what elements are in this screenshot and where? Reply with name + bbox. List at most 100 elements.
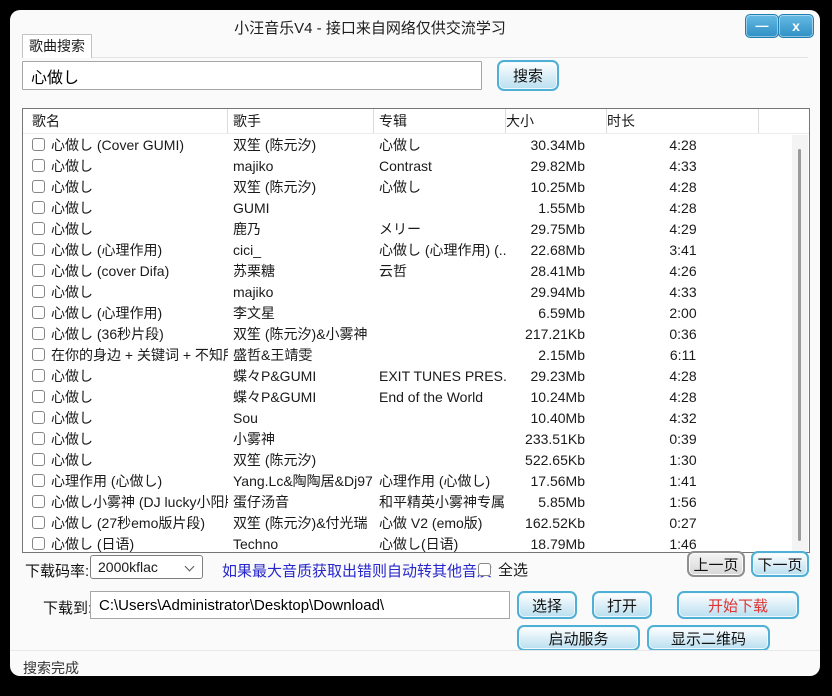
size: 522.65Kb (506, 449, 607, 470)
select-all[interactable]: 全选 (478, 559, 528, 580)
row-checkbox[interactable] (32, 453, 45, 466)
duration: 4:28 (607, 134, 759, 155)
table-row[interactable]: 心做し蝶々P&GUMIEnd of the World10.24Mb4:28 (23, 386, 793, 407)
table-row[interactable]: 心做しmajiko29.94Mb4:33 (23, 281, 793, 302)
duration: 4:26 (607, 260, 759, 281)
table-row[interactable]: 心做しGUMI1.55Mb4:28 (23, 197, 793, 218)
artist: 小雾神 (228, 428, 374, 449)
row-checkbox[interactable] (32, 495, 45, 508)
size: 29.23Mb (506, 365, 607, 386)
start-service-button[interactable]: 启动服务 (517, 625, 640, 651)
row-checkbox[interactable] (32, 348, 45, 361)
song-name: 心做し小雾神 (DJ lucky小阳版) (51, 492, 228, 512)
row-checkbox[interactable] (32, 222, 45, 235)
scrollbar-thumb[interactable] (798, 149, 801, 541)
column-header-0[interactable]: 歌名 (23, 109, 228, 133)
table-row[interactable]: 心做しmajikoContrast29.82Mb4:33 (23, 155, 793, 176)
table-row[interactable]: 心做し鹿乃メリー29.75Mb4:29 (23, 218, 793, 239)
song-name: 心做し (51, 450, 93, 470)
artist: 双笙 (陈元汐)&付光瑞 (228, 512, 374, 533)
song-name: 在你的身边 + 关键词 + 不知所... (51, 345, 228, 365)
album: メリー (374, 218, 506, 239)
column-header-2[interactable]: 专辑 (374, 109, 506, 133)
duration: 4:28 (607, 365, 759, 386)
duration: 1:46 (607, 533, 759, 553)
next-page-button[interactable]: 下一页 (751, 551, 809, 577)
start-download-button[interactable]: 开始下载 (677, 591, 799, 619)
row-checkbox[interactable] (32, 264, 45, 277)
table-row[interactable]: 心做し (cover Difa)苏栗糖云哲28.41Mb4:26 (23, 260, 793, 281)
table-row[interactable]: 心做し (36秒片段)双笙 (陈元汐)&小雾神217.21Kb0:36 (23, 323, 793, 344)
table-row[interactable]: 心做し双笙 (陈元汐)心做し10.25Mb4:28 (23, 176, 793, 197)
show-qrcode-button[interactable]: 显示二维码 (647, 625, 770, 651)
duration: 0:39 (607, 428, 759, 449)
table-row[interactable]: 心做し小雾神 (DJ lucky小阳版)蛋仔汤音和平精英小雾神专属...5.85… (23, 491, 793, 512)
row-checkbox[interactable] (32, 201, 45, 214)
row-checkbox[interactable] (32, 537, 45, 550)
table-row[interactable]: 心做し双笙 (陈元汐)522.65Kb1:30 (23, 449, 793, 470)
artist: cici_ (228, 239, 374, 260)
choose-button[interactable]: 选择 (517, 591, 577, 619)
table-scrollbar[interactable] (792, 135, 808, 552)
table-row[interactable]: 心做し小雾神233.51Kb0:39 (23, 428, 793, 449)
minimize-button[interactable]: — (745, 14, 779, 38)
duration: 1:30 (607, 449, 759, 470)
table-row[interactable]: 心做し (Cover GUMI)双笙 (陈元汐)心做し30.34Mb4:28 (23, 134, 793, 155)
table-header: 歌名歌手专辑大小时长 (23, 109, 809, 134)
song-name: 心做し (心理作用) (51, 240, 162, 260)
bitrate-select[interactable]: 2000kflac (90, 555, 203, 579)
table-row[interactable]: 心做し (心理作用)cici_心做し (心理作用) (...22.68Mb3:4… (23, 239, 793, 260)
open-button[interactable]: 打开 (592, 591, 652, 619)
table-row[interactable]: 心做しSou10.40Mb4:32 (23, 407, 793, 428)
select-all-label: 全选 (498, 559, 528, 580)
close-button[interactable]: x (778, 14, 814, 38)
column-header-4[interactable]: 时长 (607, 109, 759, 133)
window-title: 小汪音乐V4 - 接口来自网络仅供交流学习 (10, 17, 730, 38)
duration: 3:41 (607, 239, 759, 260)
row-checkbox[interactable] (32, 474, 45, 487)
row-checkbox[interactable] (32, 138, 45, 151)
song-name: 心做し (51, 408, 93, 428)
song-name: 心做し (Cover GUMI) (51, 135, 184, 155)
duration: 1:56 (607, 491, 759, 512)
row-checkbox[interactable] (32, 327, 45, 340)
size: 162.52Kb (506, 512, 607, 533)
tab-song-search[interactable]: 歌曲搜索 (22, 34, 92, 58)
album (374, 407, 506, 428)
size: 29.94Mb (506, 281, 607, 302)
row-checkbox[interactable] (32, 369, 45, 382)
duration: 2:00 (607, 302, 759, 323)
table-row[interactable]: 心做し (心理作用)李文星6.59Mb2:00 (23, 302, 793, 323)
row-checkbox[interactable] (32, 390, 45, 403)
artist: GUMI (228, 197, 374, 218)
row-checkbox[interactable] (32, 159, 45, 172)
select-all-checkbox[interactable] (478, 563, 491, 576)
row-checkbox[interactable] (32, 516, 45, 529)
column-header-3[interactable]: 大小 (506, 109, 607, 133)
duration: 4:28 (607, 176, 759, 197)
search-input[interactable] (22, 61, 482, 90)
size: 233.51Kb (506, 428, 607, 449)
table-row[interactable]: 心做し (日语)Techno心做し(日语)18.79Mb1:46 (23, 533, 793, 553)
search-button[interactable]: 搜索 (497, 60, 559, 91)
row-checkbox[interactable] (32, 306, 45, 319)
column-header-1[interactable]: 歌手 (228, 109, 374, 133)
album: 心理作用 (心做し) (374, 470, 506, 491)
table-row[interactable]: 心做し蝶々P&GUMIEXIT TUNES PRES...29.23Mb4:28 (23, 365, 793, 386)
song-name: 心做し (51, 156, 93, 176)
song-name: 心做し (51, 177, 93, 197)
download-path-input[interactable] (90, 591, 510, 619)
table-row[interactable]: 心做し (27秒emo版片段)双笙 (陈元汐)&付光瑞心做 V2 (emo版)1… (23, 512, 793, 533)
row-checkbox[interactable] (32, 432, 45, 445)
row-checkbox[interactable] (32, 180, 45, 193)
album: 心做し(日语) (374, 533, 506, 553)
row-checkbox[interactable] (32, 411, 45, 424)
size: 217.21Kb (506, 323, 607, 344)
row-checkbox[interactable] (32, 285, 45, 298)
artist: 双笙 (陈元汐) (228, 134, 374, 155)
row-checkbox[interactable] (32, 243, 45, 256)
table-row[interactable]: 心理作用 (心做し)Yang.Lc&陶陶居&Dj97心理作用 (心做し)17.5… (23, 470, 793, 491)
prev-page-button[interactable]: 上一页 (687, 551, 745, 577)
table-row[interactable]: 在你的身边 + 关键词 + 不知所...盛哲&王靖雯2.15Mb6:11 (23, 344, 793, 365)
tab-strip-divider (22, 57, 808, 58)
